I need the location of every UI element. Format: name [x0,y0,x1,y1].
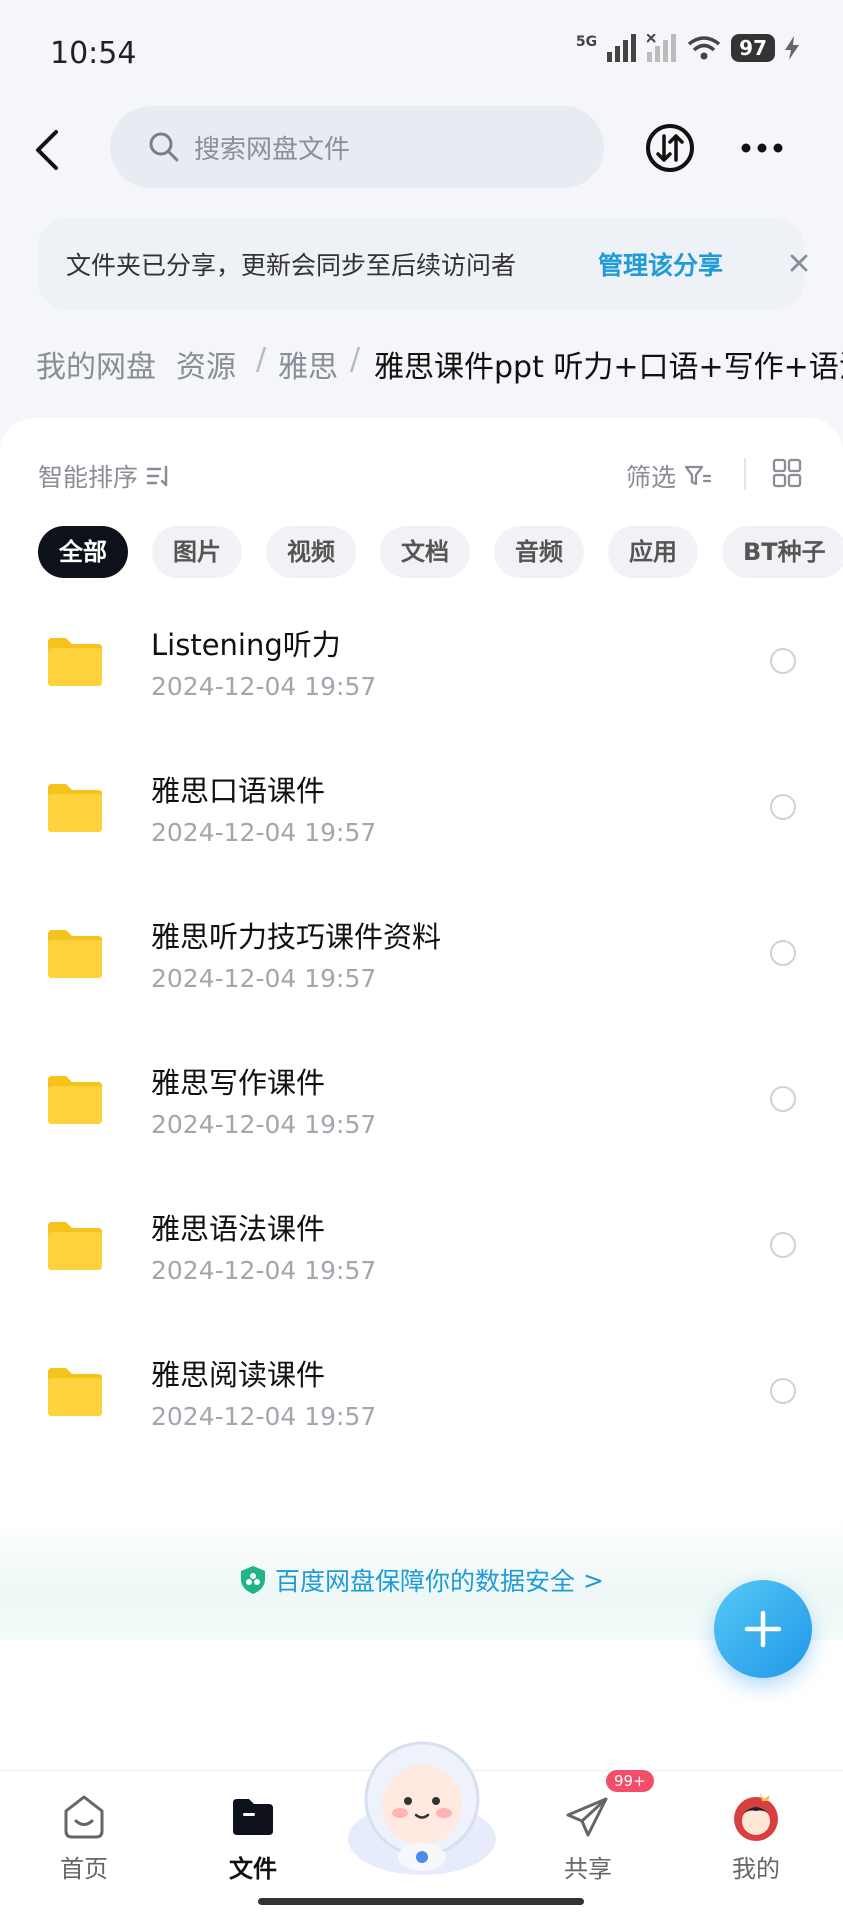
folder-filled-icon [233,1799,273,1835]
breadcrumb-separator: / [256,342,267,377]
shield-icon [241,1566,266,1594]
file-date: 2024-12-04 19:57 [151,672,377,701]
nav-me-label: 我的 [732,1855,780,1883]
file-row[interactable]: 雅思写作课件 2024-12-04 19:57 [0,1036,843,1182]
back-button[interactable] [28,122,68,178]
search-placeholder: 搜索网盘文件 [194,134,351,165]
nav-home-label: 首页 [60,1855,108,1883]
share-count-badge: 99+ [604,1768,656,1794]
folder-icon [48,1368,102,1416]
add-button[interactable] [714,1580,812,1678]
sort-label: 智能排序 [38,463,139,492]
top-bar: 搜索网盘文件 [0,100,843,200]
file-row[interactable]: 雅思口语课件 2024-12-04 19:57 [0,744,843,890]
signal-no-service-icon [647,34,677,62]
breadcrumb-home[interactable]: 我的网盘 [18,332,174,396]
status-icons: 5G 97 [576,34,799,62]
file-name: Listening听力 [151,628,341,662]
close-icon [790,254,808,272]
grid-view-toggle[interactable] [772,458,802,488]
status-bar: 10:54 5G 97 [0,0,843,100]
file-date: 2024-12-04 19:57 [151,1256,377,1285]
select-checkbox[interactable] [770,940,796,966]
file-row[interactable]: 雅思听力技巧课件资料 2024-12-04 19:57 [0,890,843,1036]
file-date: 2024-12-04 19:57 [151,1110,377,1139]
folder-icon [48,1076,102,1124]
chip-all[interactable]: 全部 [38,526,128,578]
nav-home[interactable]: 首页 [34,1791,134,1884]
select-checkbox[interactable] [770,794,796,820]
plus-icon [744,1610,782,1648]
folder-icon [48,930,102,978]
chevron-right-icon: > [583,1565,604,1595]
transfer-button[interactable] [644,122,696,174]
nav-share-label: 共享 [564,1855,612,1883]
file-name: 雅思阅读课件 [151,1358,326,1392]
folder-icon [48,1222,102,1270]
network-label: 5G [575,34,598,50]
nav-files-label: 文件 [229,1855,277,1883]
chevron-left-icon [36,130,58,170]
home-indicator[interactable] [258,1898,584,1905]
file-name: 雅思语法课件 [151,1212,326,1246]
file-date: 2024-12-04 19:57 [151,964,377,993]
breadcrumb-separator: / [350,342,361,377]
file-date: 2024-12-04 19:57 [151,818,377,847]
chip-audio[interactable]: 音频 [494,526,584,578]
nav-files[interactable]: 文件 [203,1791,303,1884]
toolbar-divider [744,458,746,490]
breadcrumb-item[interactable]: 雅思 [278,342,338,386]
filter-label: 筛选 [626,463,677,492]
chip-apps[interactable]: 应用 [608,526,698,578]
select-checkbox[interactable] [770,1086,796,1112]
home-icon [64,1795,104,1839]
sort-icon [146,465,168,487]
filter-icon [684,465,712,486]
search-input[interactable]: 搜索网盘文件 [110,106,604,188]
share-banner-close-button[interactable] [784,248,814,278]
mascot-assistant-icon[interactable] [342,1729,502,1879]
category-chips: 全部 图片 视频 文档 音频 应用 BT种子 [38,526,843,578]
wifi-icon [688,36,721,60]
manage-share-link[interactable]: 管理该分享 [598,246,723,282]
file-name: 雅思写作课件 [151,1066,326,1100]
grid-icon [772,458,802,488]
select-checkbox[interactable] [770,1378,796,1404]
battery-indicator: 97 [731,34,775,62]
filter-button[interactable]: 筛选 [626,458,712,494]
folder-icon [48,784,102,832]
file-list: Listening听力 2024-12-04 19:57 雅思口语课件 2024… [0,598,843,1474]
security-text: 百度网盘保障你的数据安全 [275,1567,576,1596]
file-name: 雅思听力技巧课件资料 [151,920,442,954]
share-banner-text: 文件夹已分享，更新会同步至后续访问者 [66,251,517,280]
search-icon [149,132,179,162]
file-row[interactable]: 雅思阅读课件 2024-12-04 19:57 [0,1328,843,1474]
transfer-icon [646,124,694,172]
nav-share[interactable]: 共享 [538,1791,638,1884]
share-banner: 文件夹已分享，更新会同步至后续访问者 管理该分享 [38,218,808,310]
signal-icon [607,34,637,62]
file-name: 雅思口语课件 [151,774,326,808]
breadcrumb-current: 雅思课件ppt 听力+口语+写作+语法 [374,350,843,385]
select-checkbox[interactable] [770,648,796,674]
more-button[interactable] [734,122,790,174]
select-checkbox[interactable] [770,1232,796,1258]
folder-icon [48,638,102,686]
status-time: 10:54 [50,36,137,71]
file-row[interactable]: Listening听力 2024-12-04 19:57 [0,598,843,744]
sort-button[interactable]: 智能排序 [38,458,172,494]
chip-documents[interactable]: 文档 [380,526,470,578]
breadcrumb-item[interactable]: 资源 [176,342,236,386]
charging-icon [785,36,799,60]
more-horizontal-icon [741,143,783,153]
file-row[interactable]: 雅思语法课件 2024-12-04 19:57 [0,1182,843,1328]
file-date: 2024-12-04 19:57 [151,1402,377,1431]
chip-bt-torrents[interactable]: BT种子 [722,526,843,578]
breadcrumb: 资源 / 雅思 / 雅思课件ppt 听力+口语+写作+语法 我的网盘 [0,332,843,396]
chip-images[interactable]: 图片 [152,526,242,578]
paper-plane-icon [566,1797,608,1837]
nav-me[interactable]: 我的 [706,1791,806,1884]
avatar [734,1793,778,1841]
chip-videos[interactable]: 视频 [266,526,356,578]
